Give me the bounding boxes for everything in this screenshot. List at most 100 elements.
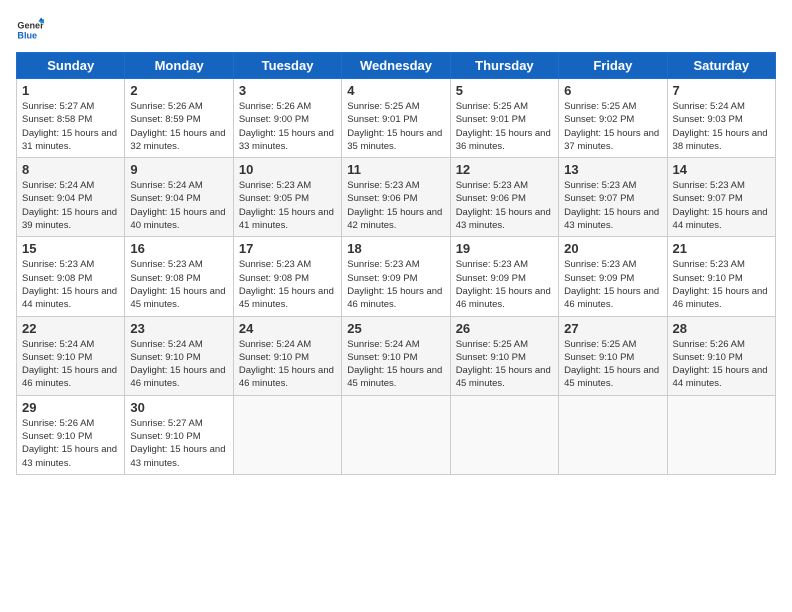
calendar-cell: 23 Sunrise: 5:24 AMSunset: 9:10 PMDaylig… [125,316,233,395]
cell-info: Sunrise: 5:25 AMSunset: 9:01 PMDaylight:… [347,101,442,152]
calendar-week-row: 15 Sunrise: 5:23 AMSunset: 9:08 PMDaylig… [17,237,776,316]
cell-info: Sunrise: 5:26 AMSunset: 9:10 PMDaylight:… [673,339,768,390]
cell-info: Sunrise: 5:26 AMSunset: 8:59 PMDaylight:… [130,101,225,152]
calendar-body: 1 Sunrise: 5:27 AMSunset: 8:58 PMDayligh… [17,79,776,475]
calendar-cell: 2 Sunrise: 5:26 AMSunset: 8:59 PMDayligh… [125,79,233,158]
cell-info: Sunrise: 5:23 AMSunset: 9:07 PMDaylight:… [564,180,659,231]
weekday-header-cell: Thursday [450,53,558,79]
calendar-cell: 3 Sunrise: 5:26 AMSunset: 9:00 PMDayligh… [233,79,341,158]
calendar-cell [342,395,450,474]
day-number: 16 [130,241,227,256]
day-number: 4 [347,83,444,98]
day-number: 13 [564,162,661,177]
calendar-cell: 14 Sunrise: 5:23 AMSunset: 9:07 PMDaylig… [667,158,775,237]
day-number: 25 [347,321,444,336]
calendar-cell [559,395,667,474]
cell-info: Sunrise: 5:24 AMSunset: 9:04 PMDaylight:… [130,180,225,231]
cell-info: Sunrise: 5:25 AMSunset: 9:10 PMDaylight:… [564,339,659,390]
day-number: 9 [130,162,227,177]
cell-info: Sunrise: 5:24 AMSunset: 9:10 PMDaylight:… [347,339,442,390]
calendar-cell: 24 Sunrise: 5:24 AMSunset: 9:10 PMDaylig… [233,316,341,395]
cell-info: Sunrise: 5:23 AMSunset: 9:06 PMDaylight:… [347,180,442,231]
calendar-cell: 16 Sunrise: 5:23 AMSunset: 9:08 PMDaylig… [125,237,233,316]
calendar-cell: 30 Sunrise: 5:27 AMSunset: 9:10 PMDaylig… [125,395,233,474]
calendar-cell: 1 Sunrise: 5:27 AMSunset: 8:58 PMDayligh… [17,79,125,158]
day-number: 14 [673,162,770,177]
logo: General Blue [16,16,44,44]
day-number: 18 [347,241,444,256]
cell-info: Sunrise: 5:23 AMSunset: 9:09 PMDaylight:… [456,259,551,310]
calendar-week-row: 8 Sunrise: 5:24 AMSunset: 9:04 PMDayligh… [17,158,776,237]
weekday-header-cell: Sunday [17,53,125,79]
calendar-cell: 29 Sunrise: 5:26 AMSunset: 9:10 PMDaylig… [17,395,125,474]
day-number: 15 [22,241,119,256]
cell-info: Sunrise: 5:23 AMSunset: 9:09 PMDaylight:… [347,259,442,310]
day-number: 22 [22,321,119,336]
calendar-cell: 21 Sunrise: 5:23 AMSunset: 9:10 PMDaylig… [667,237,775,316]
calendar-cell: 19 Sunrise: 5:23 AMSunset: 9:09 PMDaylig… [450,237,558,316]
calendar-cell: 6 Sunrise: 5:25 AMSunset: 9:02 PMDayligh… [559,79,667,158]
calendar-cell: 17 Sunrise: 5:23 AMSunset: 9:08 PMDaylig… [233,237,341,316]
day-number: 8 [22,162,119,177]
cell-info: Sunrise: 5:23 AMSunset: 9:08 PMDaylight:… [239,259,334,310]
cell-info: Sunrise: 5:24 AMSunset: 9:10 PMDaylight:… [130,339,225,390]
cell-info: Sunrise: 5:23 AMSunset: 9:10 PMDaylight:… [673,259,768,310]
calendar-week-row: 29 Sunrise: 5:26 AMSunset: 9:10 PMDaylig… [17,395,776,474]
calendar-cell: 8 Sunrise: 5:24 AMSunset: 9:04 PMDayligh… [17,158,125,237]
calendar-cell: 20 Sunrise: 5:23 AMSunset: 9:09 PMDaylig… [559,237,667,316]
cell-info: Sunrise: 5:23 AMSunset: 9:09 PMDaylight:… [564,259,659,310]
calendar-cell: 18 Sunrise: 5:23 AMSunset: 9:09 PMDaylig… [342,237,450,316]
day-number: 2 [130,83,227,98]
day-number: 24 [239,321,336,336]
calendar-cell: 25 Sunrise: 5:24 AMSunset: 9:10 PMDaylig… [342,316,450,395]
header: General Blue [16,16,776,44]
calendar-cell: 26 Sunrise: 5:25 AMSunset: 9:10 PMDaylig… [450,316,558,395]
day-number: 5 [456,83,553,98]
calendar: SundayMondayTuesdayWednesdayThursdayFrid… [16,52,776,475]
day-number: 29 [22,400,119,415]
day-number: 3 [239,83,336,98]
weekday-header-cell: Wednesday [342,53,450,79]
weekday-header-cell: Friday [559,53,667,79]
calendar-cell: 7 Sunrise: 5:24 AMSunset: 9:03 PMDayligh… [667,79,775,158]
day-number: 20 [564,241,661,256]
day-number: 11 [347,162,444,177]
weekday-header: SundayMondayTuesdayWednesdayThursdayFrid… [17,53,776,79]
day-number: 27 [564,321,661,336]
day-number: 12 [456,162,553,177]
cell-info: Sunrise: 5:23 AMSunset: 9:05 PMDaylight:… [239,180,334,231]
cell-info: Sunrise: 5:24 AMSunset: 9:03 PMDaylight:… [673,101,768,152]
day-number: 28 [673,321,770,336]
calendar-week-row: 1 Sunrise: 5:27 AMSunset: 8:58 PMDayligh… [17,79,776,158]
calendar-cell: 5 Sunrise: 5:25 AMSunset: 9:01 PMDayligh… [450,79,558,158]
logo-icon: General Blue [16,16,44,44]
cell-info: Sunrise: 5:23 AMSunset: 9:08 PMDaylight:… [130,259,225,310]
day-number: 7 [673,83,770,98]
calendar-cell: 4 Sunrise: 5:25 AMSunset: 9:01 PMDayligh… [342,79,450,158]
day-number: 26 [456,321,553,336]
day-number: 19 [456,241,553,256]
day-number: 10 [239,162,336,177]
day-number: 1 [22,83,119,98]
svg-text:General: General [17,21,44,31]
calendar-week-row: 22 Sunrise: 5:24 AMSunset: 9:10 PMDaylig… [17,316,776,395]
cell-info: Sunrise: 5:23 AMSunset: 9:08 PMDaylight:… [22,259,117,310]
calendar-cell [667,395,775,474]
calendar-cell: 27 Sunrise: 5:25 AMSunset: 9:10 PMDaylig… [559,316,667,395]
calendar-cell: 22 Sunrise: 5:24 AMSunset: 9:10 PMDaylig… [17,316,125,395]
day-number: 23 [130,321,227,336]
calendar-cell: 9 Sunrise: 5:24 AMSunset: 9:04 PMDayligh… [125,158,233,237]
cell-info: Sunrise: 5:24 AMSunset: 9:10 PMDaylight:… [239,339,334,390]
weekday-header-cell: Tuesday [233,53,341,79]
calendar-cell [450,395,558,474]
weekday-header-cell: Monday [125,53,233,79]
calendar-cell [233,395,341,474]
day-number: 17 [239,241,336,256]
calendar-cell: 28 Sunrise: 5:26 AMSunset: 9:10 PMDaylig… [667,316,775,395]
day-number: 6 [564,83,661,98]
calendar-cell: 11 Sunrise: 5:23 AMSunset: 9:06 PMDaylig… [342,158,450,237]
day-number: 21 [673,241,770,256]
calendar-cell: 15 Sunrise: 5:23 AMSunset: 9:08 PMDaylig… [17,237,125,316]
cell-info: Sunrise: 5:23 AMSunset: 9:07 PMDaylight:… [673,180,768,231]
cell-info: Sunrise: 5:25 AMSunset: 9:02 PMDaylight:… [564,101,659,152]
